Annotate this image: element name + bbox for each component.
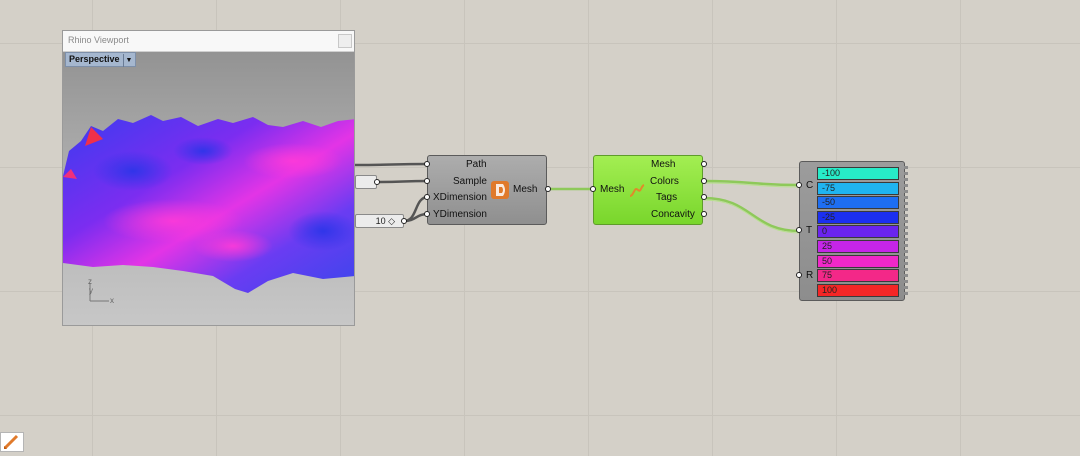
output-concavity-label: Concavity (651, 209, 695, 220)
curve-analysis-icon (628, 182, 646, 200)
port-mesh-output[interactable] (545, 186, 551, 192)
terrain-plugin-icon (491, 181, 509, 199)
legend-swatch: 0 (817, 225, 899, 239)
port-xdimension[interactable] (424, 194, 430, 200)
legend-swatch: -75 (817, 181, 899, 195)
axis-y-label: y (89, 286, 93, 295)
input-path-label: Path (466, 159, 487, 170)
legend-input-c: C (806, 180, 814, 191)
wire-path (354, 162, 429, 167)
port-colors[interactable] (701, 178, 707, 184)
legend-swatch: 25 (817, 240, 899, 253)
port-path[interactable] (424, 161, 430, 167)
legend-component[interactable]: C T R -100 -75 -50 -25 0 25 50 75 100 (799, 161, 908, 301)
viewport-view-name: Perspective (69, 54, 120, 64)
mesh-generator-component[interactable]: Path Sample XDimension YDimension Mesh (427, 155, 547, 225)
number-slider[interactable]: 10 ◇ (355, 214, 404, 228)
legend-input-r: R (806, 270, 814, 281)
output-colors-label: Colors (650, 176, 679, 187)
legend-swatch: -25 (817, 210, 899, 224)
output-mesh-label-2: Mesh (651, 159, 676, 170)
legend-swatch: 100 (817, 283, 899, 297)
viewport-title-bar[interactable]: Rhino Viewport (63, 31, 354, 52)
legend-input-t: T (806, 225, 813, 236)
input-mesh-label: Mesh (600, 184, 625, 195)
axis-z-label: z (88, 277, 92, 286)
number-slider-output-port[interactable] (401, 218, 407, 224)
port-concavity[interactable] (701, 211, 707, 217)
legend-swatch: -50 (817, 196, 899, 210)
pencil-icon (3, 434, 19, 450)
port-sample[interactable] (424, 178, 430, 184)
legend-swatch: -100 (817, 167, 899, 180)
rhino-viewport[interactable]: Rhino Viewport Perspective ▼ z y x (62, 30, 355, 326)
viewport-close-button[interactable] (338, 34, 352, 48)
port-legend-r[interactable] (796, 272, 802, 278)
viewport-view-tab[interactable]: Perspective ▼ (65, 52, 137, 67)
mesh-analysis-component[interactable]: Mesh Mesh Colors Tags Concavity (593, 155, 703, 225)
legend-swatch: 75 (817, 269, 899, 283)
input-stub-port[interactable] (374, 179, 380, 185)
number-slider-value: 10 ◇ (375, 216, 395, 226)
axis-x-label: x (110, 296, 114, 305)
legend-swatch: 50 (817, 254, 899, 268)
axes-widget: z y x (87, 277, 117, 307)
port-ydimension[interactable] (424, 211, 430, 217)
output-tags-label: Tags (656, 192, 678, 203)
input-ydimension-label: YDimension (433, 209, 487, 220)
input-xdimension-label: XDimension (433, 192, 487, 203)
input-sample-label: Sample (453, 176, 487, 187)
canvas-corner-icon[interactable] (0, 432, 24, 452)
port-legend-t[interactable] (796, 227, 802, 233)
chevron-down-icon[interactable]: ▼ (122, 54, 132, 67)
wire-tags-edge (703, 199, 801, 234)
legend-edge (904, 166, 908, 296)
wire-tags (703, 196, 801, 233)
output-mesh-label: Mesh (513, 184, 538, 195)
viewport-title: Rhino Viewport (68, 35, 129, 45)
port-legend-c[interactable] (796, 182, 802, 188)
port-mesh-out[interactable] (701, 161, 707, 167)
port-tags[interactable] (701, 194, 707, 200)
wire-sample (376, 179, 429, 184)
grasshopper-canvas[interactable]: Rhino Viewport Perspective ▼ z y x 10 ◇ P… (0, 0, 1080, 452)
port-mesh-input[interactable] (590, 186, 596, 192)
